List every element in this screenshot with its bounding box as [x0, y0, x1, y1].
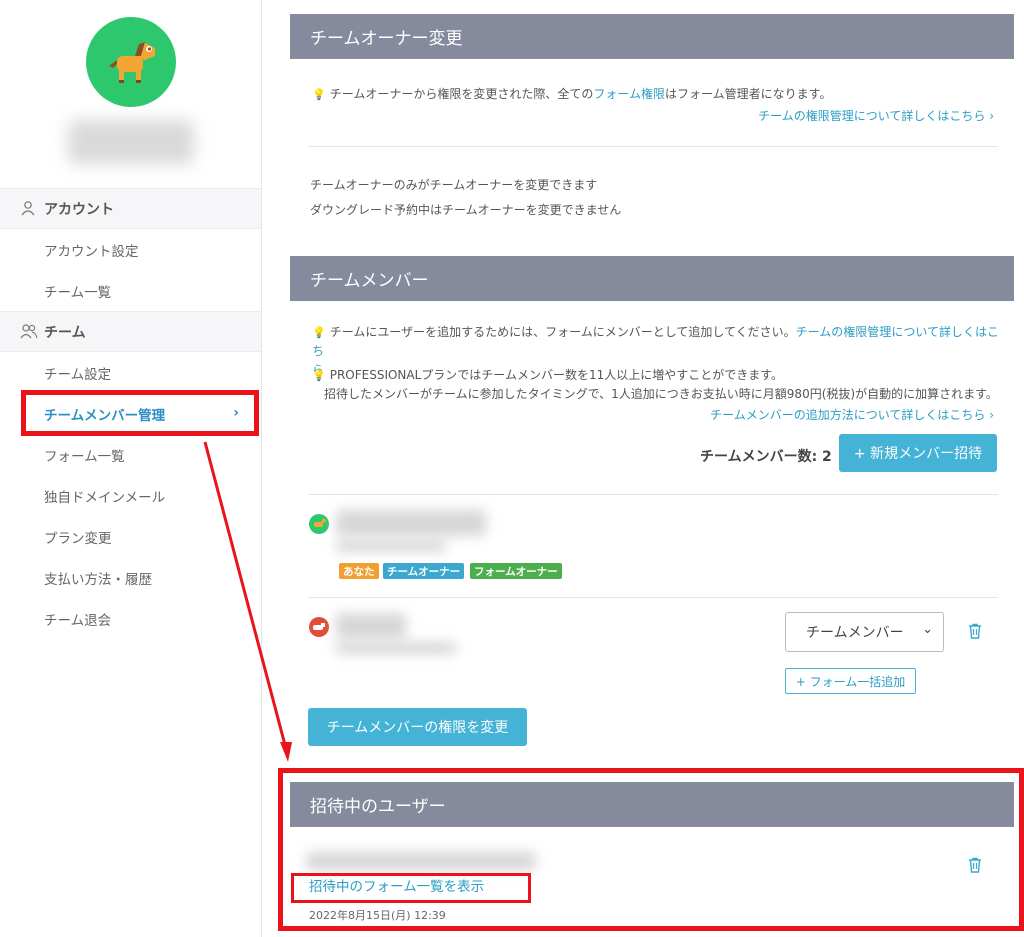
- lightbulb-icon: 💡: [312, 369, 326, 382]
- users-icon: [20, 323, 38, 341]
- trash-icon[interactable]: [968, 623, 982, 639]
- bulk-form-add-button[interactable]: + フォーム一括追加: [785, 668, 916, 694]
- sidebar-item-form-list[interactable]: フォーム一覧: [0, 434, 261, 475]
- owner-tip-text-end: はフォーム管理者になります。: [665, 87, 832, 101]
- sidebar-section-account: アカウント: [0, 188, 261, 229]
- members-section-header: チームメンバー: [290, 256, 1014, 301]
- badge-form-owner: フォームオーナー: [470, 563, 562, 579]
- member-email-blurred: [336, 540, 446, 552]
- lightbulb-icon: 💡: [312, 88, 326, 101]
- sidebar-item-label: 独自ドメインメール: [44, 489, 166, 506]
- members-tip-2-line-2: 招待したメンバーがチームに参加したタイミングで、1人追加につきお支払い時に月額9…: [324, 387, 998, 401]
- sidebar-section-team: チーム: [0, 311, 261, 352]
- sidebar-item-label: 支払い方法・履歴: [44, 571, 152, 588]
- members-tip-1-text: チームにユーザーを追加するためには、フォームにメンバーとして追加してください。: [329, 325, 796, 339]
- invite-member-button[interactable]: + 新規メンバー招待: [839, 434, 997, 472]
- user-icon: [20, 200, 38, 218]
- sidebar-section-account-label: アカウント: [44, 201, 114, 218]
- pony-icon: [314, 518, 326, 527]
- highlight-box-active-nav: [21, 390, 259, 436]
- members-tip-2-line-1: PROFESSIONALプランではチームメンバー数を11人以上に増やすことができ…: [329, 368, 784, 382]
- user-name-blurred: [68, 120, 194, 164]
- divider: [308, 597, 998, 598]
- member-name-blurred: [336, 510, 486, 536]
- sidebar-item-payment[interactable]: 支払い方法・履歴: [0, 557, 261, 598]
- sidebar-item-leave-team[interactable]: チーム退会: [0, 598, 261, 639]
- form-permission-link[interactable]: フォーム権限: [593, 87, 665, 101]
- member-name-blurred: [336, 613, 406, 639]
- owner-tip-text: チームオーナーから権限を変更された際、全ての: [329, 87, 594, 101]
- members-section-title: チームメンバー: [310, 271, 429, 291]
- sidebar-item-team-list[interactable]: チーム一覧: [0, 270, 261, 311]
- highlight-box-invited-link: [291, 873, 531, 903]
- role-select-value: チームメンバー: [806, 625, 904, 641]
- highlight-box-invited-section: [278, 768, 1024, 931]
- owner-tip: 💡 チームオーナーから権限を変更された際、全てのフォーム権限はフォーム管理者になり…: [312, 85, 831, 104]
- divider: [308, 494, 998, 495]
- badge-you: あなた: [339, 563, 379, 579]
- member-avatar: [309, 514, 329, 534]
- member-email-blurred: [336, 642, 456, 654]
- owner-permission-more-link[interactable]: チームの権限管理について詳しくはこちら ›: [758, 107, 994, 124]
- sidebar-item-label: チーム一覧: [44, 284, 112, 301]
- sidebar-item-label: プラン変更: [44, 530, 112, 547]
- sidebar-item-label: フォーム一覧: [44, 448, 125, 465]
- owner-section-header: チームオーナー変更: [290, 14, 1014, 59]
- change-member-role-button[interactable]: チームメンバーの権限を変更: [308, 708, 527, 746]
- animal-icon: [313, 623, 325, 630]
- member-count: チームメンバー数: 2: [700, 449, 832, 465]
- owner-note-2: ダウングレード予約中はチームオーナーを変更できません: [310, 203, 622, 217]
- members-tip-2: 💡 PROFESSIONALプランではチームメンバー数を11人以上に増やすことがで…: [312, 366, 1012, 404]
- sidebar-item-account-settings[interactable]: アカウント設定: [0, 229, 261, 270]
- sidebar-item-label: チーム退会: [44, 612, 112, 629]
- pony-icon: [109, 42, 155, 83]
- team-avatar: [86, 17, 176, 107]
- main-content: チームオーナー変更 💡 チームオーナーから権限を変更された際、全てのフォーム権限は…: [262, 0, 1024, 937]
- chevron-down-icon: ⌄: [922, 622, 933, 637]
- sidebar-item-label: チーム設定: [44, 366, 112, 383]
- sidebar-item-plan-change[interactable]: プラン変更: [0, 516, 261, 557]
- role-select[interactable]: チームメンバー ⌄: [785, 612, 944, 652]
- sidebar-section-team-label: チーム: [44, 324, 86, 341]
- owner-note-1: チームオーナーのみがチームオーナーを変更できます: [310, 178, 598, 192]
- owner-section-title: チームオーナー変更: [310, 29, 463, 49]
- divider: [308, 146, 998, 147]
- sidebar-item-label: アカウント設定: [44, 243, 139, 260]
- sidebar: アカウント アカウント設定 チーム一覧 チーム チーム設定 チームメンバー管理 …: [0, 0, 262, 937]
- member-add-more-link[interactable]: チームメンバーの追加方法について詳しくはこちら ›: [710, 406, 994, 423]
- lightbulb-icon: 💡: [312, 326, 326, 339]
- member-avatar: [309, 617, 329, 637]
- sidebar-item-custom-domain-mail[interactable]: 独自ドメインメール: [0, 475, 261, 516]
- sidebar-item-team-settings[interactable]: チーム設定: [0, 352, 261, 393]
- badge-team-owner: チームオーナー: [383, 563, 465, 579]
